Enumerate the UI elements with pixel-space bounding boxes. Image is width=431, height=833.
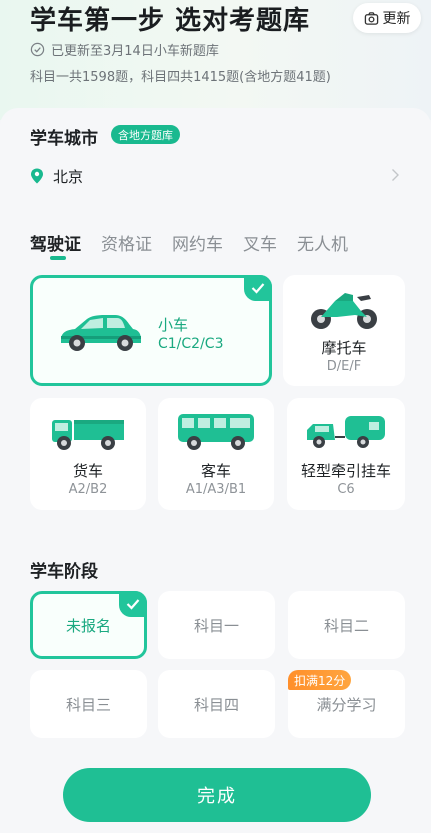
update-status: 已更新至3月14日小车新题库 (30, 40, 219, 59)
chevron-right-icon (392, 169, 399, 181)
stage-option-label: 科目一 (193, 616, 239, 635)
vehicle-name-trailer: 轻型牵引挂车 (300, 462, 391, 480)
selected-check-badge (244, 275, 272, 301)
vehicle-codes-bus: A1/A3/B1 (185, 482, 247, 497)
vehicle-name-car: 小车 (158, 316, 189, 334)
done-button[interactable]: 完成 (63, 768, 371, 822)
city-value: 北京 (53, 167, 84, 186)
vehicle-card-motorcycle[interactable]: 摩托车 D/E/F (283, 275, 405, 386)
tab-qualification[interactable]: 资格证 (101, 230, 152, 260)
vehicle-codes-truck: A2/B2 (68, 482, 108, 497)
stage-option-not-enrolled[interactable]: 未报名 (30, 591, 147, 659)
license-tabs: 驾驶证 资格证 网约车 叉车 无人机 (30, 230, 368, 260)
page-title: 学车第一步 选对考题库 (30, 6, 311, 36)
tab-forklift[interactable]: 叉车 (243, 230, 277, 260)
tab-ride-hailing[interactable]: 网约车 (172, 230, 223, 260)
stage-section-title: 学车阶段 (30, 562, 98, 582)
vehicle-name-motorcycle: 摩托车 (321, 339, 367, 357)
vehicle-codes-trailer: C6 (337, 482, 355, 497)
check-icon (251, 283, 265, 294)
tab-drone[interactable]: 无人机 (297, 230, 348, 260)
stage-option-subject-4[interactable]: 科目四 (158, 670, 275, 738)
vehicle-codes-motorcycle: D/E/F (326, 359, 362, 374)
vehicle-card-bus[interactable]: 客车 A1/A3/B1 (158, 398, 274, 510)
stage-option-subject-2[interactable]: 科目二 (288, 591, 405, 659)
tab-driving-license[interactable]: 驾驶证 (30, 230, 81, 260)
update-button-label: 更新 (382, 11, 411, 27)
local-questions-badge: 含地方题库 (111, 125, 180, 144)
stage-option-subject-1[interactable]: 科目一 (158, 591, 275, 659)
points-deducted-badge: 扣满12分 (288, 670, 352, 690)
stage-option-label: 科目二 (323, 616, 369, 635)
stage-option-label: 满分学习 (316, 695, 377, 714)
location-pin-icon (31, 168, 43, 184)
city-section-title: 学车城市 (30, 129, 98, 149)
stage-option-label: 科目三 (65, 695, 111, 714)
vehicle-name-truck: 货车 (72, 462, 103, 480)
truck-icon (52, 420, 124, 450)
car-icon (61, 315, 141, 351)
stage-option-subject-3[interactable]: 科目三 (30, 670, 147, 738)
update-status-text: 已更新至3月14日小车新题库 (51, 44, 219, 59)
motorcycle-icon (311, 293, 377, 329)
stage-option-label: 未报名 (65, 616, 111, 635)
bus-icon (178, 414, 254, 450)
city-selector[interactable]: 北京 (30, 164, 406, 188)
vehicle-card-trailer[interactable]: 轻型牵引挂车 C6 (287, 398, 405, 510)
stage-option-label: 科目四 (193, 695, 239, 714)
selected-check-badge (119, 591, 147, 617)
vehicle-card-truck[interactable]: 货车 A2/B2 (30, 398, 146, 510)
question-counts: 科目一共1598题，科目四共1415题(含地方题41题) (30, 70, 331, 85)
vehicle-name-bus: 客车 (200, 462, 231, 480)
trailer-icon (307, 416, 385, 448)
vehicle-codes-car: C1/C2/C3 (158, 336, 224, 352)
check-circle-icon (30, 42, 45, 57)
camera-icon (364, 11, 378, 25)
vehicle-card-car[interactable]: 小车 C1/C2/C3 (30, 275, 272, 386)
check-icon (126, 599, 140, 610)
update-button[interactable]: 更新 (353, 3, 421, 33)
